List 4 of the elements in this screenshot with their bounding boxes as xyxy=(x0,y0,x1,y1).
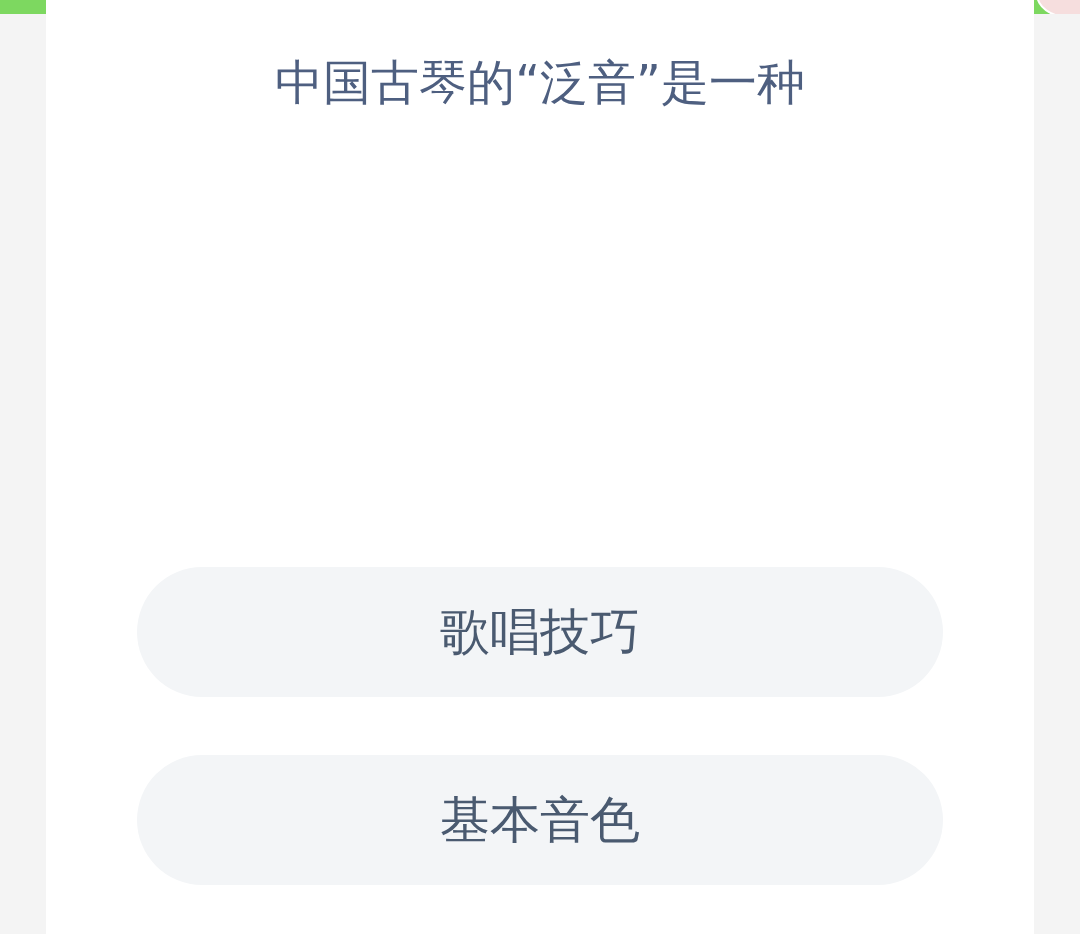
answer-option[interactable]: 歌唱技巧 xyxy=(137,567,943,697)
header-band xyxy=(0,0,46,14)
answer-option[interactable]: 基本音色 xyxy=(137,755,943,885)
question-text: 中国古琴的“泛音”是一种 xyxy=(275,53,805,112)
